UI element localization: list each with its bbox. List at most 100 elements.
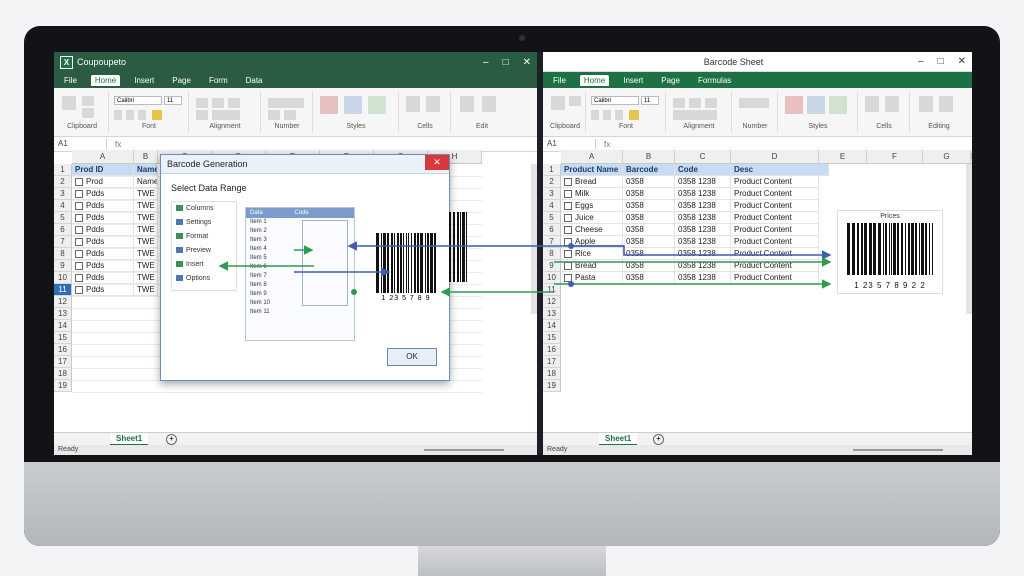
insert-cells-icon[interactable] xyxy=(406,96,420,112)
table-cell[interactable]: Product Content xyxy=(731,176,819,188)
row-header[interactable]: 14 xyxy=(543,320,561,332)
table-cell[interactable]: TWE xyxy=(134,248,158,260)
table-cell[interactable]: 0358 xyxy=(623,272,675,284)
row-header[interactable]: 13 xyxy=(543,308,561,320)
dialog-nav-item[interactable]: Format xyxy=(172,230,236,244)
table-cell[interactable]: TWE xyxy=(134,236,158,248)
row-header[interactable]: 8 xyxy=(54,248,72,260)
font-size-select[interactable]: 11 xyxy=(164,96,182,105)
row-header[interactable]: 11 xyxy=(543,284,561,296)
row-header[interactable]: 16 xyxy=(543,344,561,356)
dialog-nav-item[interactable]: Options xyxy=(172,272,236,286)
delete-cells-icon[interactable] xyxy=(426,96,440,112)
merge-center-icon[interactable] xyxy=(673,110,717,120)
row-header[interactable]: 12 xyxy=(54,296,72,308)
row-header[interactable]: 9 xyxy=(543,260,561,272)
row-checkbox[interactable] xyxy=(564,237,572,246)
row-checkbox[interactable] xyxy=(75,285,83,294)
tab-1[interactable]: Home xyxy=(579,74,610,86)
table-cell[interactable]: Juice xyxy=(561,212,623,224)
row-header[interactable]: 1 xyxy=(543,164,561,176)
row-header[interactable]: 19 xyxy=(543,380,561,392)
table-cell[interactable]: Pdds xyxy=(72,224,134,236)
dialog-nav-item[interactable]: Insert xyxy=(172,258,236,272)
cell-styles-icon[interactable] xyxy=(829,96,847,114)
font-name-select[interactable]: Calibri xyxy=(591,96,639,105)
header-cell[interactable]: Code xyxy=(675,164,731,176)
row-checkbox[interactable] xyxy=(75,177,83,186)
row-header[interactable]: 5 xyxy=(54,212,72,224)
column-header[interactable]: B xyxy=(134,150,158,164)
table-cell[interactable]: 0358 xyxy=(623,248,675,260)
table-cell[interactable]: 0358 1238 xyxy=(675,224,731,236)
tab-0[interactable]: File xyxy=(60,75,81,86)
fx-icon[interactable]: fx xyxy=(596,140,644,149)
table-cell[interactable]: 0358 xyxy=(623,176,675,188)
column-header[interactable]: G xyxy=(923,150,971,164)
align-right-icon[interactable] xyxy=(705,98,717,108)
row-header[interactable]: 11 xyxy=(54,284,72,296)
row-checkbox[interactable] xyxy=(564,273,572,282)
row-header[interactable]: 8 xyxy=(543,248,561,260)
table-cell[interactable]: 0358 xyxy=(623,236,675,248)
header-cell[interactable]: Name xyxy=(134,164,158,176)
cut-icon[interactable] xyxy=(569,96,581,106)
column-header[interactable]: C xyxy=(675,150,731,164)
row-header[interactable]: 6 xyxy=(54,224,72,236)
row-header[interactable]: 3 xyxy=(54,188,72,200)
table-cell[interactable]: 0358 xyxy=(623,212,675,224)
row-checkbox[interactable] xyxy=(75,201,83,210)
row-header[interactable]: 17 xyxy=(54,356,72,368)
format-table-icon[interactable] xyxy=(807,96,825,114)
table-cell[interactable]: Product Content xyxy=(731,248,819,260)
row-header[interactable]: 19 xyxy=(54,380,72,392)
column-header[interactable]: I xyxy=(971,150,972,164)
table-cell[interactable]: Pdds xyxy=(72,260,134,272)
conditional-formatting-icon[interactable] xyxy=(320,96,338,114)
font-size-select[interactable]: 11 xyxy=(641,96,659,105)
row-header[interactable]: 18 xyxy=(543,368,561,380)
table-cell[interactable]: 0358 1238 xyxy=(675,176,731,188)
row-header[interactable]: 15 xyxy=(543,332,561,344)
table-cell[interactable]: 0358 1238 xyxy=(675,248,731,260)
table-cell[interactable]: Apple xyxy=(561,236,623,248)
align-left-icon[interactable] xyxy=(673,98,685,108)
header-cell[interactable]: Prod ID xyxy=(72,164,134,176)
copy-icon[interactable] xyxy=(82,108,94,118)
align-center-icon[interactable] xyxy=(212,98,224,108)
row-header[interactable]: 3 xyxy=(543,188,561,200)
table-cell[interactable]: TWE xyxy=(134,200,158,212)
conditional-formatting-icon[interactable] xyxy=(785,96,803,114)
row-checkbox[interactable] xyxy=(564,249,572,258)
maximize-icon[interactable]: □ xyxy=(503,57,509,68)
tab-4[interactable]: Formulas xyxy=(694,75,735,86)
underline-icon[interactable] xyxy=(138,110,146,120)
tab-1[interactable]: Home xyxy=(90,74,121,86)
table-cell[interactable]: Pdds xyxy=(72,236,134,248)
column-header[interactable]: F xyxy=(867,150,923,164)
tab-0[interactable]: File xyxy=(549,75,570,86)
find-icon[interactable] xyxy=(939,96,953,112)
row-checkbox[interactable] xyxy=(75,189,83,198)
font-name-select[interactable]: Calibri xyxy=(114,96,162,105)
column-header[interactable]: B xyxy=(623,150,675,164)
vertical-scrollbar[interactable] xyxy=(966,164,972,314)
table-cell[interactable]: 0358 1238 xyxy=(675,188,731,200)
merge-center-icon[interactable] xyxy=(212,110,240,120)
table-cell[interactable]: Product Content xyxy=(731,236,819,248)
row-checkbox[interactable] xyxy=(564,201,572,210)
paste-icon[interactable] xyxy=(551,96,565,110)
row-header[interactable]: 1 xyxy=(54,164,72,176)
row-header[interactable]: 16 xyxy=(54,344,72,356)
zoom-slider[interactable] xyxy=(424,449,504,451)
row-header[interactable]: 17 xyxy=(543,356,561,368)
table-cell[interactable]: 0358 xyxy=(623,200,675,212)
table-cell[interactable]: Rice xyxy=(561,248,623,260)
table-cell[interactable]: Milk xyxy=(561,188,623,200)
table-cell[interactable]: Pdds xyxy=(72,248,134,260)
row-header[interactable]: 12 xyxy=(543,296,561,308)
fill-color-icon[interactable] xyxy=(629,110,639,120)
sort-filter-icon[interactable] xyxy=(460,96,474,112)
table-cell[interactable]: 0358 xyxy=(623,188,675,200)
table-cell[interactable]: 0358 1238 xyxy=(675,260,731,272)
